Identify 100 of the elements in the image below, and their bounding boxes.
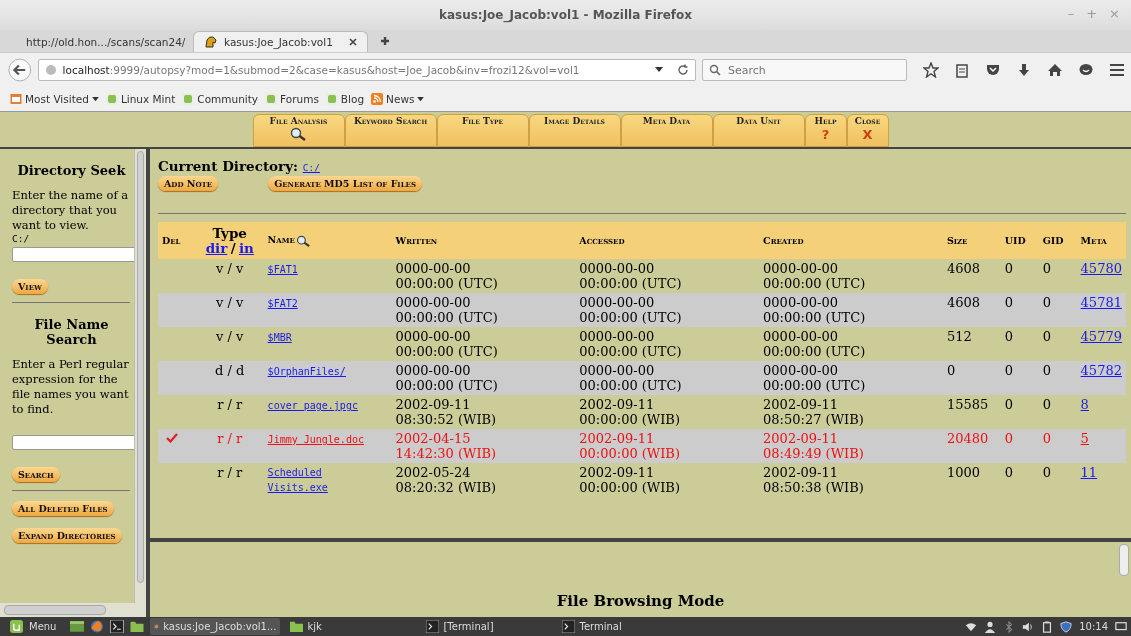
reload-icon[interactable] <box>677 64 689 76</box>
bookmark-item[interactable]: Blog <box>325 93 365 105</box>
volume-icon[interactable] <box>1022 620 1035 633</box>
pocket-icon[interactable] <box>985 62 1001 78</box>
table-cell: 0 <box>1042 465 1051 480</box>
shield-icon[interactable] <box>1060 620 1073 633</box>
chat-icon[interactable] <box>1078 62 1094 78</box>
table-cell: 0 <box>1004 397 1014 412</box>
meta-link[interactable]: 45781 <box>1080 295 1122 310</box>
table-cell: 0 <box>1004 261 1014 276</box>
file-link[interactable]: $OrphanFiles/ <box>267 364 376 379</box>
desktop-icon[interactable] <box>70 620 85 633</box>
table-cell: r / r <box>217 431 243 446</box>
toolbar-tab[interactable]: File Analysis <box>252 114 345 147</box>
meta-link[interactable]: 8 <box>1080 397 1089 412</box>
taskbar-window-button[interactable]: Terminal <box>558 618 689 635</box>
section-heading: File Name Search <box>33 317 110 347</box>
file-link[interactable]: $FAT2 <box>267 296 376 311</box>
view-button[interactable]: View <box>12 279 48 294</box>
search-input[interactable]: Search <box>726 62 900 78</box>
dropdown-icon[interactable] <box>655 67 663 73</box>
toolbar-tab[interactable]: Help ? <box>804 114 847 147</box>
directory-link[interactable]: C:/ <box>302 162 320 173</box>
table-cell: v / v <box>216 261 244 276</box>
table-cell: 0 <box>1004 329 1014 344</box>
table-cell: 0000-00-00 00:00:00 (UTC) <box>395 261 498 291</box>
star-icon[interactable] <box>923 62 939 78</box>
meta-link[interactable]: 45782 <box>1080 363 1122 378</box>
bookmark-item[interactable]: News <box>371 93 425 105</box>
battery-icon[interactable] <box>1041 620 1054 633</box>
terminal-icon[interactable] <box>110 620 125 633</box>
wifi-icon[interactable] <box>965 620 978 633</box>
user-icon[interactable] <box>984 620 997 633</box>
folder-icon[interactable] <box>130 620 145 633</box>
close-icon[interactable] <box>349 38 357 46</box>
taskbar-window-button[interactable]: [Terminal] <box>422 618 553 635</box>
menu-icon[interactable] <box>1109 62 1125 78</box>
scrollbar[interactable] <box>134 149 146 603</box>
taskbar-window-button[interactable]: kasus:Joe_Jacob:vol1... <box>150 618 281 635</box>
back-icon[interactable] <box>8 58 32 82</box>
table-cell: 512 <box>946 329 972 344</box>
table-cell: 1000 <box>946 465 980 480</box>
download-icon[interactable] <box>1016 62 1032 78</box>
search-field[interactable]: Search <box>702 59 907 81</box>
action-button[interactable]: Generate MD5 List of Files <box>268 176 422 191</box>
meta-link[interactable]: 45779 <box>1080 329 1122 344</box>
table-cell: 2002-09-11 08:49:49 (WIB) <box>763 431 864 461</box>
table-cell: 0 <box>946 363 956 378</box>
meta-link[interactable]: 45780 <box>1080 261 1122 276</box>
sidebar-button[interactable]: Expand Directories <box>12 528 122 543</box>
column-header: GID <box>1042 235 1064 246</box>
column-header: Created <box>763 235 804 246</box>
magnifier-icon[interactable] <box>294 234 313 247</box>
file-link[interactable]: Scheduled Visits.exe <box>267 465 376 495</box>
table-cell: 2002-04-15 14:42:30 (WIB) <box>395 431 497 461</box>
toolbar-tab[interactable]: File Type <box>436 114 529 147</box>
directory-input-field[interactable] <box>12 247 134 262</box>
table-cell: r / r <box>217 465 243 480</box>
bookmark-item[interactable]: Forums <box>265 93 319 105</box>
menu-button[interactable]: Menu <box>10 620 57 633</box>
bookmark-item[interactable]: Community <box>182 93 259 105</box>
file-name-input-field[interactable] <box>12 435 134 450</box>
scrollbar[interactable] <box>0 603 146 617</box>
table-cell: 0000-00-00 00:00:00 (UTC) <box>395 363 498 393</box>
table-cell: 0000-00-00 00:00:00 (UTC) <box>579 329 682 359</box>
toolbar-tab[interactable]: Close X <box>846 114 889 147</box>
file-link[interactable]: cover page.jpgc <box>267 398 376 413</box>
browser-tab[interactable]: kasus:Joe_Jacob:vol1 <box>193 31 368 52</box>
search-button[interactable]: Search <box>12 467 60 482</box>
table-cell: 0000-00-00 00:00:00 (UTC) <box>763 261 866 291</box>
toolbar-tab[interactable]: Image Details <box>528 114 621 147</box>
display-icon[interactable] <box>1115 620 1127 633</box>
clipboard-icon[interactable] <box>954 62 970 78</box>
home-icon[interactable] <box>1047 62 1063 78</box>
sort-link[interactable]: in <box>238 239 254 256</box>
table-cell: v / v <box>216 329 244 344</box>
file-link[interactable]: $FAT1 <box>267 262 376 277</box>
toolbar-tab[interactable]: Data Unit <box>712 114 805 147</box>
bookmark-item[interactable]: Most Visited <box>10 93 99 105</box>
terminal-icon <box>426 620 440 633</box>
sidebar-button[interactable]: All Deleted Files <box>12 501 114 516</box>
scrollbar[interactable] <box>1119 544 1129 576</box>
toolbar-symbol: ? <box>821 126 830 142</box>
folder-icon <box>10 93 22 105</box>
meta-link[interactable]: 11 <box>1080 465 1098 480</box>
browser-tab[interactable]: http://old.hon.../scans/scan24/ <box>16 31 191 52</box>
address-field[interactable]: localhost:9999/autopsy?mod=1&submod=2&case=kasus&host=Joe_Jacob&inv=frozi12&vol=vol1 <box>37 59 696 81</box>
instructions-text: Enter a Perl regular expression for the file names you want to find. <box>12 357 130 417</box>
toolbar-tab[interactable]: Meta Data <box>620 114 713 147</box>
window-title: kasus:Joe_Jacob:vol1 - Mozilla Firefox <box>438 8 693 22</box>
column-header: Name <box>267 234 295 246</box>
action-button[interactable]: Add Note <box>158 176 219 191</box>
bookmark-item[interactable]: Linux Mint <box>105 93 176 105</box>
file-link[interactable]: $MBR <box>267 330 376 345</box>
taskbar-window-button[interactable]: kjk <box>286 618 417 635</box>
toolbar-tab[interactable]: Keyword Search <box>344 114 437 147</box>
browser-icon[interactable] <box>90 620 105 633</box>
mode-heading: File Browsing Mode <box>556 591 725 610</box>
new-tab-icon[interactable] <box>380 36 390 46</box>
table-cell: 0 <box>1042 295 1051 310</box>
